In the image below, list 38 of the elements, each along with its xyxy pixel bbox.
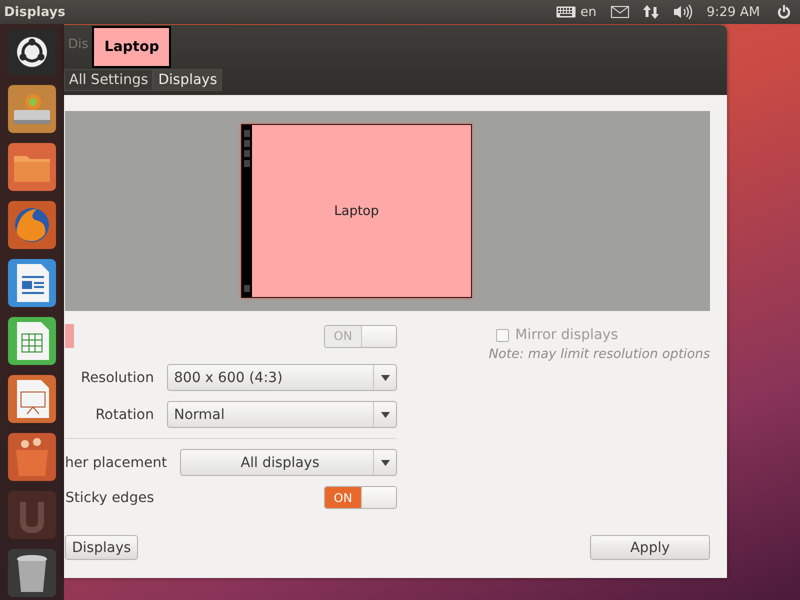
- trash-icon[interactable]: [7, 548, 57, 598]
- dropdown[interactable]: All displays: [180, 449, 397, 476]
- field-label: Sticky edges: [65, 490, 154, 506]
- monitor-preview[interactable]: Laptop: [241, 124, 472, 298]
- spreadsheet-icon[interactable]: [7, 316, 57, 366]
- field-label: her placement: [65, 454, 167, 470]
- field-label: Rotation: [95, 406, 154, 422]
- note-text: Note: may limit resolution options: [488, 347, 710, 362]
- mail-icon[interactable]: [610, 6, 629, 18]
- clock[interactable]: 9:29 AM: [706, 4, 760, 20]
- dropdown-arrow-icon: [380, 460, 390, 466]
- window-title: Dis: [67, 36, 90, 52]
- panel-strip-icon: [242, 125, 252, 297]
- field-label: Resolution: [80, 370, 154, 386]
- drive-icon[interactable]: [7, 84, 57, 134]
- breadcrumb-button[interactable]: All Settings: [64, 69, 154, 91]
- dropdown-arrow-icon: [380, 412, 390, 418]
- document-icon[interactable]: [7, 258, 57, 308]
- display-label: Laptop: [92, 26, 172, 68]
- monitor-name: Laptop: [333, 202, 380, 220]
- browser-icon[interactable]: [7, 200, 57, 250]
- dropdown[interactable]: 800 x 600 (4:3): [167, 364, 397, 391]
- dialog-button[interactable]: Apply: [590, 535, 710, 560]
- keyboard-icon[interactable]: [556, 6, 576, 18]
- dropdown[interactable]: Normal: [167, 401, 397, 428]
- window-title: Displays: [4, 4, 66, 20]
- breadcrumb-button[interactable]: Displays: [153, 69, 222, 91]
- volume-icon[interactable]: [672, 4, 693, 20]
- dialog-button[interactable]: Displays: [65, 535, 138, 560]
- network-icon[interactable]: [642, 4, 659, 20]
- shopping-bag-icon[interactable]: [7, 432, 57, 482]
- keyboard-layout[interactable]: en: [580, 4, 597, 20]
- folder-icon[interactable]: [7, 142, 57, 192]
- ubuntu-logo-icon[interactable]: [7, 28, 57, 76]
- power-icon[interactable]: [776, 4, 792, 20]
- label-fragment: [65, 324, 74, 348]
- dropdown-arrow-icon: [380, 374, 390, 380]
- presentation-icon[interactable]: [7, 374, 57, 424]
